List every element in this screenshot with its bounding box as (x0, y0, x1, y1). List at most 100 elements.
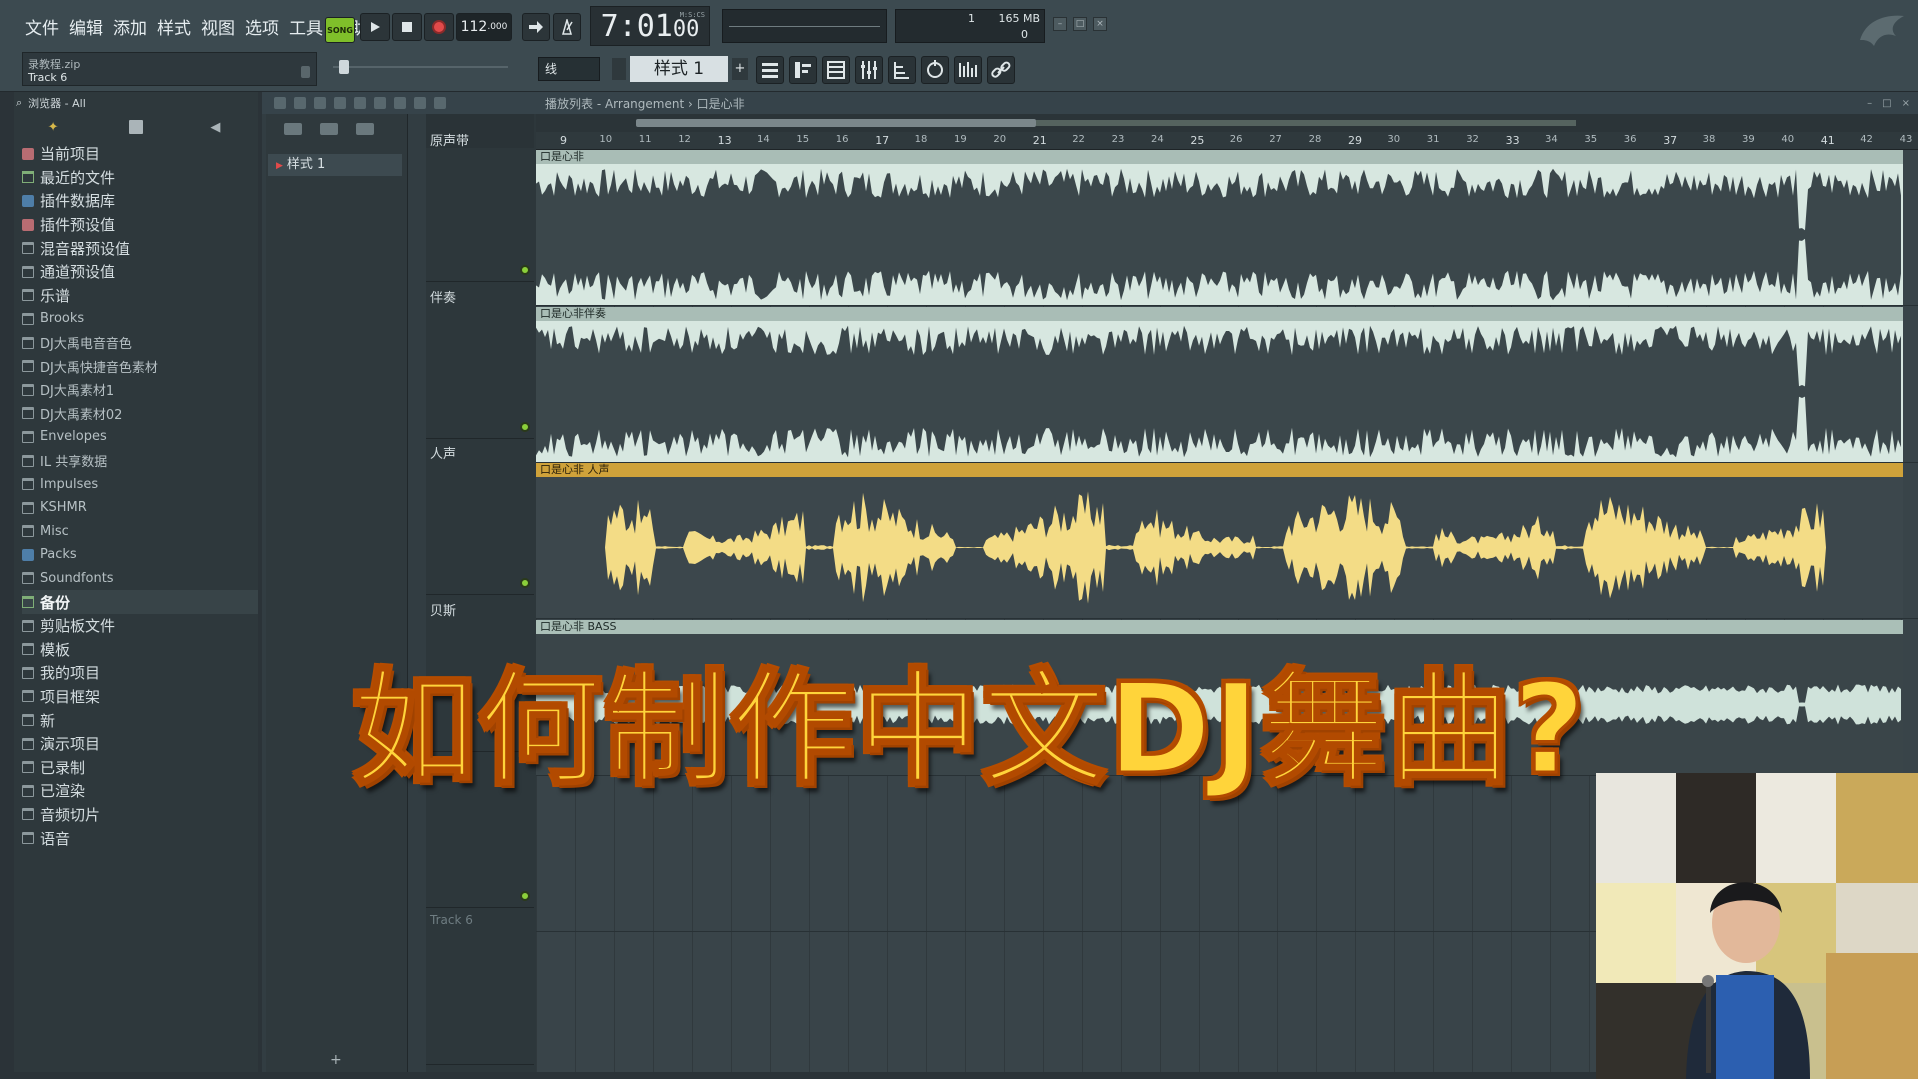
slice-icon[interactable] (374, 97, 386, 109)
pattern-selector[interactable]: 样式 1 + (612, 56, 748, 82)
browser-item[interactable]: Impulses (22, 472, 258, 496)
minimize-icon[interactable]: – (1867, 98, 1872, 109)
tempo-field[interactable]: 112.000 (456, 13, 512, 41)
track-enable-led[interactable] (520, 891, 530, 901)
minimize-icon[interactable]: – (1053, 17, 1067, 31)
playback-icon[interactable] (434, 97, 446, 109)
close-icon[interactable]: × (1902, 98, 1910, 109)
file-icon[interactable] (128, 120, 143, 134)
track-header[interactable]: 伴奏 (426, 283, 534, 439)
metronome-button[interactable] (553, 13, 581, 41)
browser-item[interactable]: IL 共享数据 (22, 449, 258, 473)
browser-item[interactable]: 插件数据库 (22, 189, 258, 213)
menu-tools[interactable]: 工具 (286, 12, 326, 41)
maximize-icon[interactable]: □ (1882, 98, 1891, 109)
audio-clip[interactable]: 口是心非伴奏 (536, 306, 1903, 462)
pattern-item[interactable]: 样式 1 (268, 154, 402, 176)
browser-item[interactable]: 我的项目 (22, 661, 258, 685)
menu-file[interactable]: 文件 (22, 12, 62, 41)
browser-item[interactable]: Misc (22, 520, 258, 544)
browser-item[interactable]: 音频切片 (22, 803, 258, 827)
menu-options[interactable]: 选项 (242, 12, 282, 41)
browser-item[interactable]: 乐谱 (22, 284, 258, 308)
browser-item[interactable]: 插件预设值 (22, 213, 258, 237)
browser-item[interactable]: 模板 (22, 637, 258, 661)
browser-item[interactable]: DJ大禹素材02 (22, 402, 258, 426)
browser-item[interactable]: 当前项目 (22, 142, 258, 166)
browser-item[interactable]: 演示项目 (22, 732, 258, 756)
lock-icon[interactable] (301, 66, 310, 78)
song-position-display[interactable]: 7:0100 M:S:CS (590, 6, 710, 46)
mute-icon[interactable] (334, 97, 346, 109)
browser-item[interactable]: DJ大禹快捷音色素材 (22, 354, 258, 378)
browser-item[interactable]: Brooks (22, 307, 258, 331)
search-icon[interactable]: ⌕ (16, 96, 22, 110)
pencil-icon[interactable] (274, 97, 286, 109)
record-button[interactable] (424, 13, 454, 41)
menu-view[interactable]: 视图 (198, 12, 238, 41)
close-icon[interactable]: × (1093, 17, 1107, 31)
paint-icon[interactable] (294, 97, 306, 109)
browser-item[interactable]: 项目框架 (22, 685, 258, 709)
speaker-icon[interactable]: ◀ (210, 120, 224, 135)
track-enable-led[interactable] (520, 265, 530, 275)
browser-item[interactable]: 语音 (22, 826, 258, 850)
mixer-button[interactable] (855, 56, 883, 84)
song-mode-toggle[interactable]: SONG (325, 17, 355, 43)
track-enable-led[interactable] (520, 578, 530, 588)
star-icon[interactable]: ✦ (48, 120, 62, 135)
automation-icon[interactable] (356, 123, 374, 135)
audio-editor-button[interactable] (954, 56, 982, 84)
track-header[interactable]: 人声 (426, 439, 534, 595)
horizontal-scrollbar[interactable] (536, 114, 1918, 132)
scrollbar-thumb[interactable] (636, 119, 1036, 127)
menu-edit[interactable]: 编辑 (66, 12, 106, 41)
slider-knob[interactable] (339, 60, 349, 74)
track-header[interactable]: Track 6 (426, 909, 534, 1065)
menu-patterns[interactable]: 样式 (154, 12, 194, 41)
pattern-add-button[interactable]: + (732, 58, 748, 80)
timeline-ruler[interactable]: 9 10 11 12 13 14 15 16 17 18 19 20 21 22 23 24 25 26 27 28 2… (536, 132, 1918, 150)
master-volume-slider[interactable] (333, 60, 508, 74)
browser-item[interactable]: 已录制 (22, 755, 258, 779)
pattern-name[interactable]: 样式 1 (630, 56, 728, 82)
stop-button[interactable] (392, 13, 422, 41)
browser-item[interactable]: 通道预设值 (22, 260, 258, 284)
maximize-icon[interactable]: □ (1073, 17, 1087, 31)
select-icon[interactable] (394, 97, 406, 109)
browser-item[interactable]: KSHMR (22, 496, 258, 520)
browser-item[interactable]: DJ大禹素材1 (22, 378, 258, 402)
browser-item[interactable]: Soundfonts (22, 567, 258, 591)
piano-roll-button[interactable] (789, 56, 817, 84)
browser-button[interactable] (888, 56, 916, 84)
track-lane[interactable]: 口是心非 (536, 150, 1918, 306)
browser-item[interactable]: 备份 (22, 590, 258, 614)
playlist-button[interactable] (756, 56, 784, 84)
browser-item[interactable]: 剪贴板文件 (22, 614, 258, 638)
browser-item[interactable]: Envelopes (22, 425, 258, 449)
menu-add[interactable]: 添加 (110, 12, 150, 41)
channel-rack-button[interactable] (822, 56, 850, 84)
browser-item[interactable]: 已渲染 (22, 779, 258, 803)
delete-icon[interactable] (314, 97, 326, 109)
plugin-picker-button[interactable] (921, 56, 949, 84)
track-lane[interactable]: 口是心非 人声 (536, 463, 1918, 619)
play-button[interactable] (360, 13, 390, 41)
browser-item[interactable]: 混音器预设值 (22, 236, 258, 260)
audio-clip[interactable]: 口是心非 (536, 150, 1903, 305)
audio-icon[interactable] (320, 123, 338, 135)
track-header[interactable]: 原声带 (426, 126, 534, 282)
slip-icon[interactable] (354, 97, 366, 109)
browser-item[interactable]: DJ大禹电音音色 (22, 331, 258, 355)
track-lane[interactable]: 口是心非伴奏 (536, 306, 1918, 463)
audio-clip[interactable]: 口是心非 人声 (536, 463, 1903, 618)
piano-icon[interactable] (284, 123, 302, 135)
link-button[interactable] (987, 56, 1015, 84)
zoom-icon[interactable] (414, 97, 426, 109)
browser-title[interactable]: 浏览器 - All (28, 95, 86, 111)
track-enable-led[interactable] (520, 421, 530, 432)
browser-item[interactable]: Packs (22, 543, 258, 567)
browser-item[interactable]: 最近的文件 (22, 166, 258, 190)
browser-item[interactable]: 新 (22, 708, 258, 732)
pattern-prev-button[interactable] (612, 58, 626, 80)
